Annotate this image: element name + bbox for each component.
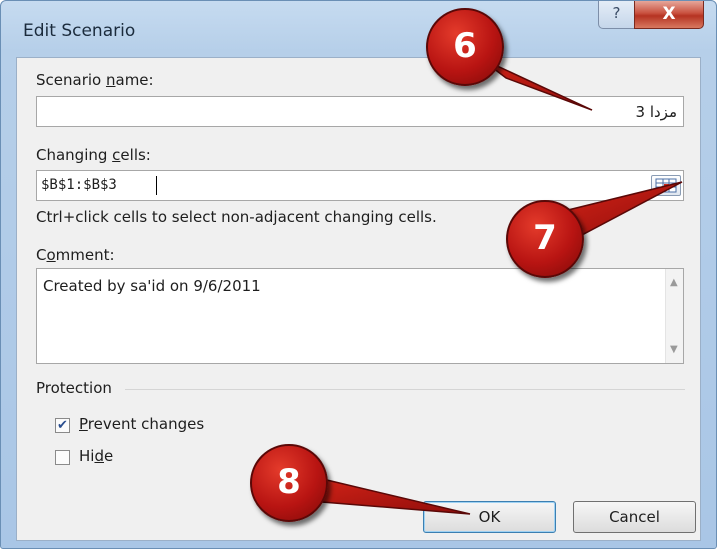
callout-8: 8 bbox=[250, 444, 328, 522]
callout-pointers bbox=[308, 57, 683, 515]
callout-7: 7 bbox=[506, 200, 584, 278]
callout-6: 6 bbox=[426, 8, 504, 86]
callout-8-pointer bbox=[308, 474, 471, 515]
